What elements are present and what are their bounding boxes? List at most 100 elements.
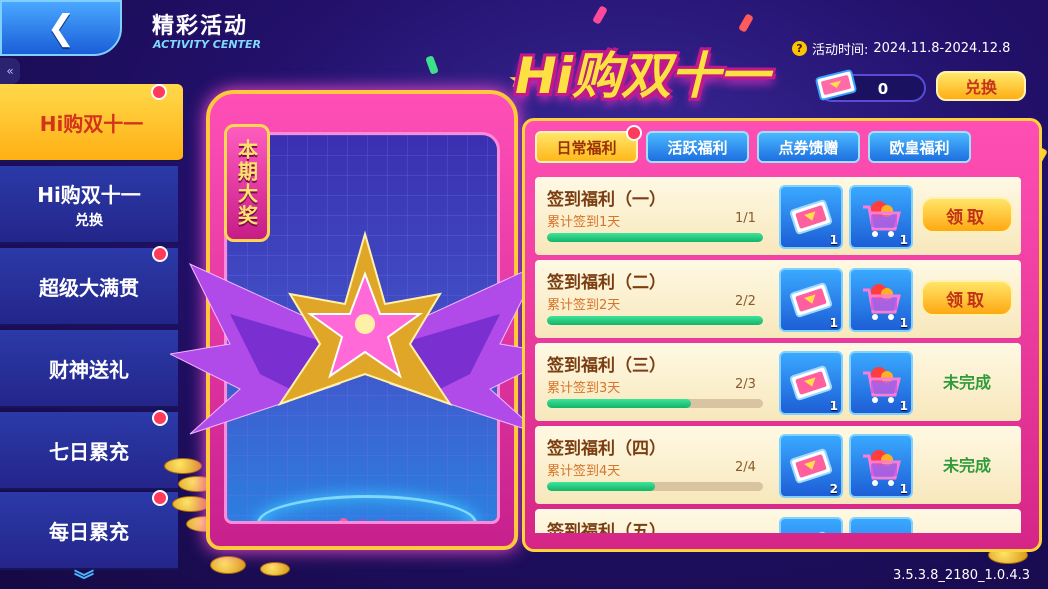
notification-dot [152, 410, 168, 426]
sidebar-item-seven-day-recharge[interactable]: 七日累充 [0, 410, 178, 490]
task-list[interactable]: 签到福利（一） 累计签到1天 1/1 1 1 领取 签到福利（二） 累计签到2天… [535, 177, 1021, 533]
version-label: 3.5.3.8_2180_1.0.4.3 [892, 568, 1030, 583]
reward-quantity: 1 [899, 316, 908, 330]
carousel-pager [227, 518, 497, 521]
page-subtitle: ACTIVITY CENTER [153, 38, 262, 51]
tab-daily-rewards[interactable]: 日常福利 [535, 125, 642, 163]
tab-coupon-gifts[interactable]: 点券馈赠 [757, 131, 860, 163]
reward-coupon[interactable]: 1 [779, 185, 843, 249]
task-description: 累计签到2天 [547, 298, 621, 313]
shopping-cart-icon [863, 284, 901, 320]
sidebar-item-grand-slam[interactable]: 超级大满贯 [0, 246, 178, 326]
winged-crown-icon [170, 230, 560, 435]
progress-fill [547, 399, 692, 408]
coupon-icon [789, 448, 833, 484]
sidebar-collapse-button[interactable]: « [0, 58, 20, 84]
reward-coupon[interactable]: 1 [779, 351, 843, 415]
reward-shopping-cart[interactable]: 1 [849, 351, 913, 415]
task-row: 签到福利（一） 累计签到1天 1/1 1 1 领取 [535, 177, 1021, 255]
grand-prize-showcase: 本期大奖 [170, 90, 560, 550]
claim-button[interactable]: 领取 [921, 197, 1013, 233]
reward-tabs: 日常福利 活跃福利 点券馈赠 欧皇福利 [535, 125, 971, 163]
reward-quantity: 2 [829, 482, 838, 496]
progress-fill [547, 233, 763, 242]
coupon-icon [789, 282, 833, 318]
task-title: 签到福利（二） [547, 273, 666, 293]
task-row: 签到福利（三） 累计签到3天 2/3 1 1 未完成 [535, 343, 1021, 421]
sidebar-item-label: 每日累充 [49, 519, 129, 544]
sidebar-item-daily-recharge[interactable]: 每日累充 [0, 490, 178, 570]
task-progress-bar [547, 399, 763, 408]
sidebar-item-label: Hi购双十一 [39, 111, 144, 136]
notification-dot [152, 246, 168, 262]
chevron-down-icon[interactable]: ︾ [74, 564, 94, 589]
notification-dot [626, 125, 642, 141]
sidebar-item-hi-shopping[interactable]: Hi购双十一 [0, 84, 183, 162]
exchange-button[interactable]: 兑换 [936, 71, 1026, 101]
coupon-count: 0 [877, 80, 889, 98]
task-row: 签到福利（四） 累计签到4天 2/4 2 1 未完成 [535, 426, 1021, 504]
pager-dot[interactable] [357, 518, 367, 521]
prize-tag: 本期大奖 [224, 124, 270, 242]
progress-fill [547, 316, 763, 325]
reward-quantity: 1 [829, 316, 838, 330]
task-title: 签到福利（三） [547, 356, 666, 376]
task-title: 签到福利（一） [547, 190, 666, 210]
claim-button[interactable]: 领取 [921, 280, 1013, 316]
reward-shopping-cart[interactable]: 1 [849, 434, 913, 498]
reward-quantity: 1 [899, 399, 908, 413]
reward-coupon[interactable]: 1 [779, 268, 843, 332]
rewards-panel: 日常福利 活跃福利 点券馈赠 欧皇福利 签到福利（一） 累计签到1天 1/1 1 [522, 118, 1042, 552]
event-time-range: 2024.11.8-2024.12.8 [873, 41, 1011, 56]
event-time-label: 活动时间: [812, 43, 869, 58]
notification-dot [152, 490, 168, 506]
reward-quantity: 1 [829, 399, 838, 413]
sidebar-item-sublabel: 兑换 [75, 212, 103, 229]
reward-shopping-cart[interactable]: 1 [849, 268, 913, 332]
tab-label: 日常福利 [556, 138, 617, 157]
reward-coupon[interactable]: 2 [779, 434, 843, 498]
event-title: Hi购双十一 [515, 47, 769, 105]
pager-dot[interactable] [376, 518, 386, 521]
tab-active-rewards[interactable]: 活跃福利 [646, 131, 749, 163]
shopping-cart-icon [857, 525, 905, 533]
task-progress-bar [547, 316, 763, 325]
coupon-icon [789, 365, 833, 401]
sidebar-item-hi-shopping-exchange[interactable]: Hi购双十一 兑换 [0, 166, 178, 244]
task-row: 签到福利（五） [535, 509, 1021, 533]
sidebar-item-label: 七日累充 [49, 439, 129, 464]
event-time: ? 活动时间: 2024.11.8-2024.12.8 [792, 39, 1010, 58]
chevrons-left-icon: « [6, 64, 14, 78]
confetti-decoration [425, 55, 439, 75]
task-title: 签到福利（五） [547, 522, 666, 533]
incomplete-status: 未完成 [942, 373, 991, 392]
sidebar-item-label: Hi购双十一 [37, 182, 141, 207]
coupon-icon [789, 199, 833, 235]
task-progress-text: 2/4 [735, 460, 756, 475]
task-progress-text: 2/2 [735, 294, 756, 309]
tab-label: 欧皇福利 [889, 138, 950, 157]
task-description: 累计签到3天 [547, 381, 621, 396]
sidebar-item-label: 超级大满贯 [39, 275, 139, 300]
coin-decoration [210, 556, 246, 574]
tab-label: 活跃福利 [667, 138, 728, 157]
back-button[interactable]: ❮ [0, 0, 122, 56]
task-progress-text: 1/1 [735, 211, 756, 226]
confetti-decoration [738, 13, 754, 33]
pager-dot[interactable] [338, 518, 348, 521]
progress-fill [547, 482, 655, 491]
reward-shopping-cart[interactable]: 1 [849, 185, 913, 249]
tab-lucky-rewards[interactable]: 欧皇福利 [868, 131, 971, 163]
sidebar-item-fortune-gift[interactable]: 财神送礼 [0, 330, 178, 408]
notification-dot [151, 84, 167, 100]
reward-quantity: 1 [829, 233, 838, 247]
sidebar: Hi购双十一 Hi购双十一 兑换 超级大满贯 财神送礼 七日累充 每日累充 [0, 84, 183, 589]
reward-quantity: 1 [899, 233, 908, 247]
help-icon[interactable]: ? [792, 41, 807, 56]
reward-shopping-cart[interactable] [849, 517, 913, 533]
incomplete-status: 未完成 [942, 456, 991, 475]
reward-coupon[interactable] [779, 517, 843, 533]
shopping-cart-icon [863, 450, 901, 486]
confetti-decoration [592, 5, 608, 25]
coupon-balance: 0 [815, 69, 926, 102]
